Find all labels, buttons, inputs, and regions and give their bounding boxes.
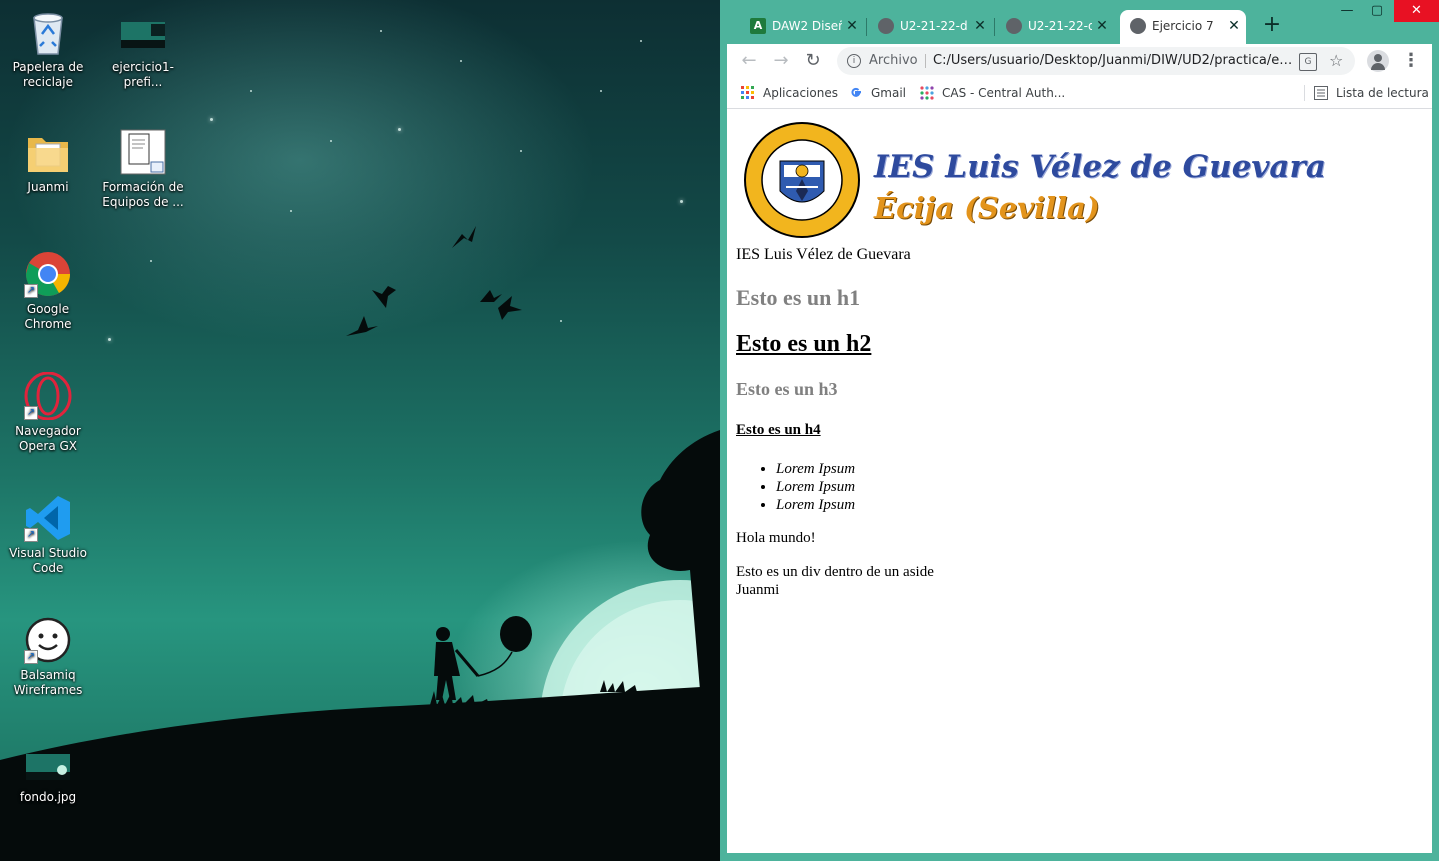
page-viewport: IES Luis Vélez de Guevara Écija (Sevilla… [727, 109, 1432, 853]
apps-grid-icon [741, 86, 754, 99]
maximize-button[interactable]: ▢ [1362, 0, 1392, 22]
heading-h4: Esto es un h4 [736, 422, 821, 438]
url-text[interactable]: C:/Users/usuario/Desktop/Juanmi/DIW/UD2/… [933, 47, 1293, 75]
tab-divider [866, 18, 867, 36]
minimize-button[interactable]: — [1332, 0, 1362, 22]
tab-divider [994, 18, 995, 36]
desktop: Papelera de reciclaje ejercicio1-prefi..… [0, 0, 720, 861]
author-text: Juanmi [736, 582, 780, 598]
reload-button[interactable]: ↻ [801, 49, 825, 73]
window-close-button[interactable]: ✕ [1394, 0, 1439, 22]
desktop-icon-ejercicio1[interactable]: ejercicio1-prefi... [97, 8, 189, 90]
globe-icon [878, 18, 894, 34]
browser-window: A DAW2 Diseño ✕ U2-21-22-d ✕ U2-21-22-d … [720, 0, 1439, 861]
list-item: Lorem Ipsum [776, 460, 855, 478]
heading-h3: Esto es un h3 [736, 379, 838, 399]
school-logo-banner: IES Luis Vélez de Guevara Écija (Sevilla… [742, 121, 1342, 239]
document-icon [119, 128, 167, 176]
desktop-icon-formacion[interactable]: Formación de Equipos de ... [97, 128, 189, 210]
translate-icon[interactable]: G [1299, 53, 1317, 71]
tab-u2-2[interactable]: U2-21-22-d ✕ [996, 12, 1114, 40]
balsamiq-icon: ↗ [24, 616, 72, 664]
shortcut-arrow-icon: ↗ [24, 284, 38, 298]
desktop-icon-recycle-bin[interactable]: Papelera de reciclaje [2, 8, 94, 90]
logo-city: Écija (Sevilla) [874, 191, 1100, 225]
tab-close-icon[interactable]: ✕ [972, 12, 988, 40]
browser-menu-icon[interactable]: ⋮ [1402, 49, 1420, 73]
forward-button[interactable]: → [769, 49, 793, 73]
back-button[interactable]: ← [737, 49, 761, 73]
tab-close-icon[interactable]: ✕ [1094, 12, 1110, 40]
hill-shape [0, 686, 720, 861]
address-bar[interactable]: i Archivo C:/Users/usuario/Desktop/Juanm… [837, 47, 1355, 75]
image-file-icon [24, 738, 72, 786]
shortcut-arrow-icon: ↗ [24, 406, 38, 420]
heading-h1: Esto es un h1 [736, 285, 861, 310]
list-item: Lorem Ipsum [776, 478, 855, 496]
shortcut-arrow-icon: ↗ [24, 650, 38, 664]
bookmark-star-icon[interactable]: ☆ [1329, 47, 1343, 75]
desktop-icon-fondo[interactable]: fondo.jpg [2, 738, 94, 805]
desktop-icon-juanmi-folder[interactable]: Juanmi [2, 128, 94, 195]
opera-gx-icon: ↗ [24, 371, 72, 421]
vscode-icon: ↗ [24, 494, 72, 542]
school-seal-icon [744, 122, 860, 238]
desktop-icon-balsamiq[interactable]: ↗ Balsamiq Wireframes [2, 616, 94, 698]
reading-list-icon [1314, 86, 1328, 100]
desktop-icon-opera-gx[interactable]: ↗ Navegador Opera GX [2, 371, 94, 454]
bookmarks-bar: Aplicaciones Gmail CAS - Central Auth...… [727, 78, 1432, 109]
globe-icon [1130, 18, 1146, 34]
aside-div-text: Esto es un div dentro de un aside [736, 564, 934, 580]
info-icon[interactable]: i [847, 54, 861, 68]
moodle-favicon-icon: A [750, 18, 766, 34]
tab-u2-1[interactable]: U2-21-22-d ✕ [868, 12, 992, 40]
new-tab-button[interactable]: + [1260, 14, 1284, 38]
image-file-icon [119, 8, 167, 56]
tab-close-icon[interactable]: ✕ [844, 12, 860, 40]
hola-mundo-text: Hola mundo! [736, 530, 816, 546]
google-icon [851, 87, 861, 97]
list-item: Lorem Ipsum [776, 496, 855, 514]
heading-h2: Esto es un h2 [736, 331, 872, 357]
profile-avatar-icon[interactable] [1367, 50, 1389, 72]
globe-icon [1006, 18, 1022, 34]
browser-toolbar: ← → ↻ i Archivo C:/Users/usuario/Desktop… [727, 44, 1432, 78]
cas-icon [920, 86, 934, 100]
chrome-icon: ↗ [24, 250, 72, 298]
shortcut-arrow-icon: ↗ [24, 528, 38, 542]
school-name-text: IES Luis Vélez de Guevara [736, 246, 911, 263]
tab-ejercicio7[interactable]: Ejercicio 7 ✕ [1120, 10, 1246, 44]
folder-icon [24, 128, 72, 176]
logo-school-name: IES Luis Vélez de Guevara [874, 149, 1326, 185]
tab-daw2[interactable]: A DAW2 Diseño ✕ [740, 12, 864, 40]
address-divider [925, 54, 926, 68]
recycle-bin-icon [24, 8, 72, 56]
tab-strip: A DAW2 Diseño ✕ U2-21-22-d ✕ U2-21-22-d … [720, 0, 1439, 44]
desktop-icon-google-chrome[interactable]: ↗ Google Chrome [2, 250, 94, 332]
lorem-list: Lorem Ipsum Lorem Ipsum Lorem Ipsum [736, 460, 855, 514]
bookmarks-divider [1304, 85, 1305, 101]
tab-close-icon[interactable]: ✕ [1226, 10, 1242, 42]
desktop-icon-vscode[interactable]: ↗ Visual Studio Code [2, 494, 94, 576]
